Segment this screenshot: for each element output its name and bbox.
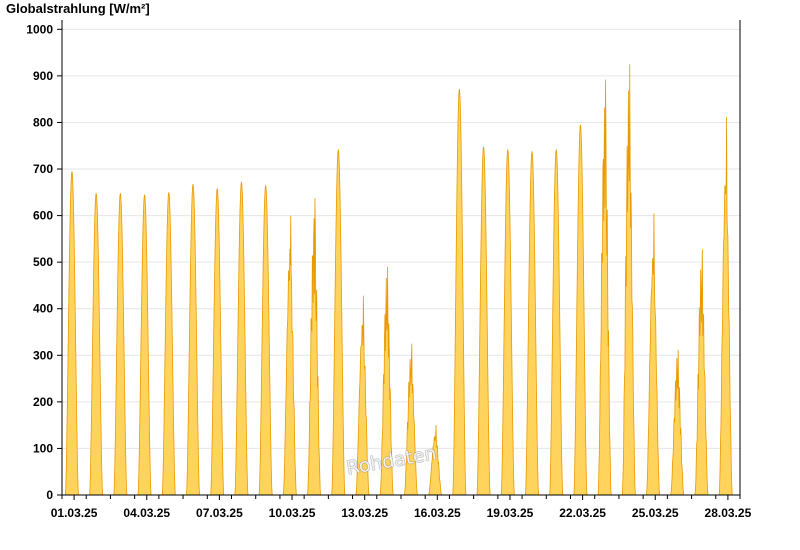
day-area-24.03.25 — [621, 64, 636, 496]
chart-svg: 0 100 200 300 400 500 600 700 800 900 1000 01.03.2… — [26, 20, 752, 520]
y-tick-label: 0 — [46, 488, 53, 502]
day-area-02.03.25 — [89, 193, 104, 496]
day-area-21.03.25 — [549, 149, 564, 496]
y-tick: 900 — [33, 69, 62, 83]
x-tick-label: 19.03.25 — [487, 506, 534, 520]
y-tick: 200 — [33, 395, 62, 409]
x-tick-label: 13.03.25 — [341, 506, 388, 520]
x-tick: 10.03.25 — [269, 495, 316, 520]
y-tick: 600 — [33, 209, 62, 223]
y-tick-label: 600 — [33, 209, 53, 223]
grid-layer — [62, 28, 740, 449]
x-ticks: 01.03.25 04.03.25 07.03.25 10.03.25 13.03.25… — [51, 495, 752, 520]
y-tick-label: 500 — [33, 255, 53, 269]
y-tick-label: 300 — [33, 348, 53, 362]
x-tick-label: 25.03.25 — [632, 506, 679, 520]
x-tick-label: 22.03.25 — [559, 506, 606, 520]
y-tick-label: 1000 — [26, 22, 53, 36]
x-tick: 25.03.25 — [632, 495, 679, 520]
day-area-18.03.25 — [476, 146, 491, 496]
day-area-04.03.25 — [137, 194, 152, 496]
day-area-07.03.25 — [210, 188, 225, 496]
y-tick: 1000 — [26, 22, 62, 36]
x-tick: 19.03.25 — [487, 495, 534, 520]
y-tick-label: 900 — [33, 69, 53, 83]
day-area-05.03.25 — [161, 192, 176, 496]
y-tick-label: 400 — [33, 302, 53, 316]
x-tick: 13.03.25 — [341, 495, 388, 520]
x-tick: 16.03.25 — [414, 495, 461, 520]
day-area-09.03.25 — [258, 185, 273, 496]
day-area-28.03.25 — [718, 116, 733, 496]
day-area-11.03.25 — [307, 197, 322, 496]
day-area-22.03.25 — [573, 124, 588, 496]
x-tick: 07.03.25 — [196, 495, 243, 520]
y-tick: 500 — [33, 255, 62, 269]
y-tick: 300 — [33, 348, 62, 362]
day-area-17.03.25 — [452, 88, 467, 496]
day-area-27.03.25 — [694, 249, 709, 496]
day-area-15.03.25 — [403, 343, 418, 496]
day-area-23.03.25 — [597, 79, 612, 496]
day-area-06.03.25 — [186, 183, 200, 496]
day-area-20.03.25 — [525, 151, 539, 496]
day-area-13.03.25 — [355, 295, 370, 496]
y-tick: 800 — [33, 115, 62, 129]
day-area-01.03.25 — [64, 171, 79, 496]
area-layer — [64, 64, 733, 496]
x-tick-label: 10.03.25 — [269, 506, 316, 520]
day-area-16.03.25 — [428, 425, 443, 496]
y-tick-label: 100 — [33, 441, 53, 455]
y-ticks: 0 100 200 300 400 500 600 700 800 900 1000 — [26, 22, 62, 502]
day-area-25.03.25 — [646, 213, 661, 496]
x-tick: 01.03.25 — [51, 495, 98, 520]
y-tick: 100 — [33, 441, 62, 455]
y-tick-label: 200 — [33, 395, 53, 409]
y-tick-label: 800 — [33, 115, 53, 129]
x-tick-label: 04.03.25 — [123, 506, 170, 520]
day-area-14.03.25 — [379, 266, 394, 496]
y-tick: 400 — [33, 302, 62, 316]
x-tick: 28.03.25 — [705, 495, 752, 520]
x-tick: 04.03.25 — [123, 495, 170, 520]
y-tick: 700 — [33, 162, 62, 176]
day-area-19.03.25 — [500, 149, 515, 496]
day-area-03.03.25 — [113, 193, 128, 496]
day-area-08.03.25 — [234, 181, 249, 496]
x-tick-label: 28.03.25 — [705, 506, 752, 520]
x-tick-label: 16.03.25 — [414, 506, 461, 520]
day-area-26.03.25 — [670, 349, 685, 496]
day-area-12.03.25 — [331, 149, 346, 496]
y-tick-label: 700 — [33, 162, 53, 176]
y-tick: 0 — [46, 488, 62, 502]
x-tick-label: 07.03.25 — [196, 506, 243, 520]
x-tick-label: 01.03.25 — [51, 506, 98, 520]
x-tick: 22.03.25 — [559, 495, 606, 520]
